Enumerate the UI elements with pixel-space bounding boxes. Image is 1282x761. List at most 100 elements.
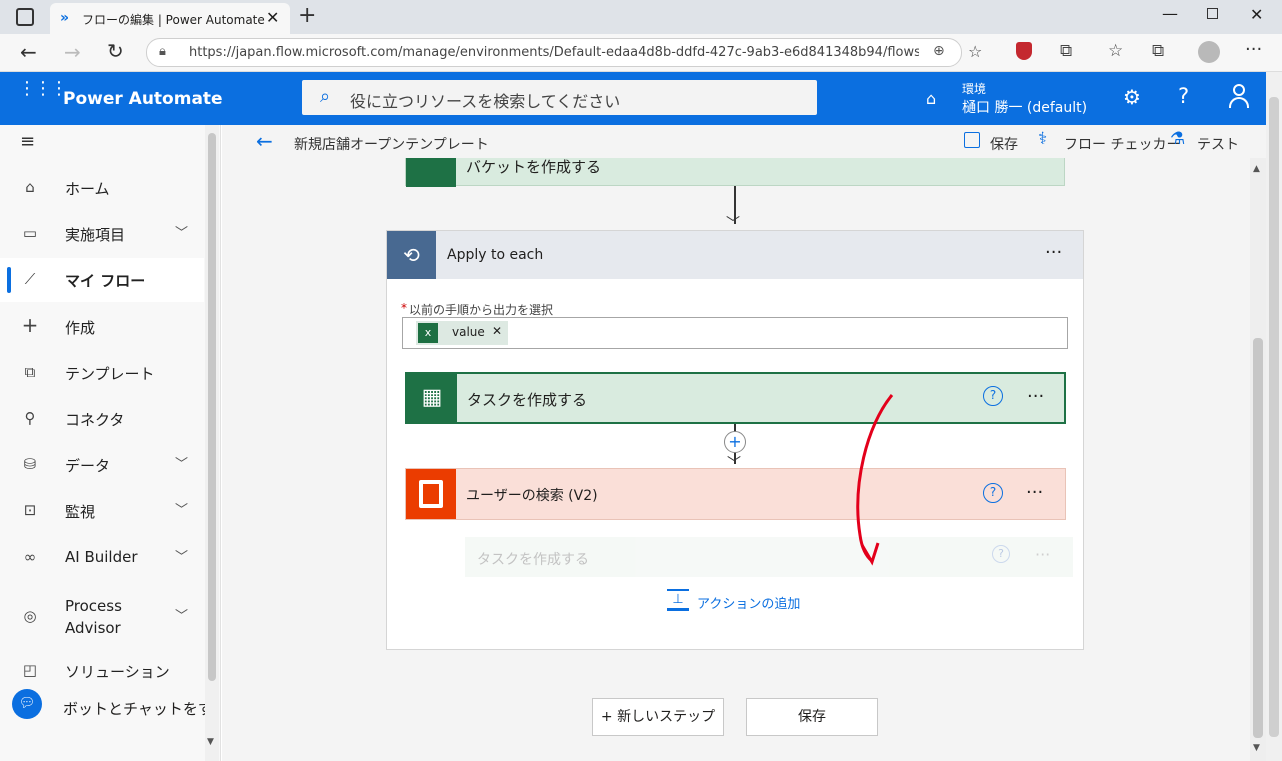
toolbar-save-label[interactable]: 保存: [990, 134, 1018, 154]
sidebar-item-process-advisor[interactable]: ◎ Process Advisor ﹀: [0, 591, 204, 647]
app-name[interactable]: Power Automate: [63, 89, 223, 109]
dragging-task-card[interactable]: タスクを作成する ? ···: [465, 537, 1073, 577]
browser-address-bar: ← → ↻ 🔒︎ https://japan.flow.microsoft.co…: [0, 34, 1282, 72]
chevron-down-icon[interactable]: ﹀: [175, 222, 188, 241]
more-options-icon: ···: [1035, 545, 1051, 564]
more-options-icon[interactable]: ···: [1045, 242, 1062, 263]
help-icon: ?: [992, 545, 1010, 563]
annotation-arrow: [856, 394, 894, 566]
create-bucket-label: バケットを作成する: [466, 158, 602, 176]
flask-icon[interactable]: ⚗: [1170, 129, 1185, 149]
chat-bot-button[interactable]: 💬︎: [12, 689, 42, 719]
ai-builder-icon: ∞: [23, 548, 37, 566]
stethoscope-icon[interactable]: ⚕: [1038, 129, 1047, 149]
sidebar-item-solutions[interactable]: ◰ ソリューション: [0, 649, 204, 693]
hamburger-menu-icon[interactable]: ≡: [20, 131, 35, 152]
extension-shield-icon[interactable]: [1016, 42, 1032, 60]
connector-icon: ⚲: [24, 409, 36, 427]
forward-icon[interactable]: →: [64, 40, 81, 64]
tab-close-icon[interactable]: ✕: [266, 8, 279, 27]
help-icon[interactable]: ?: [983, 386, 1003, 406]
monitor-icon: ⊡: [23, 501, 37, 519]
token-label: value: [452, 325, 485, 339]
plus-icon: +: [21, 313, 39, 337]
planner-icon: ▦: [407, 374, 457, 422]
token-remove-icon[interactable]: ✕: [492, 324, 502, 338]
tab-title: フローの編集 | Power Automate: [82, 13, 265, 27]
back-arrow-icon[interactable]: ←: [256, 129, 273, 153]
url-field[interactable]: 🔒︎ https://japan.flow.microsoft.com/mana…: [146, 38, 962, 67]
sidebar-item-monitor[interactable]: ⊡ 監視 ﹀: [0, 489, 204, 533]
chevron-down-icon[interactable]: ﹀: [175, 453, 188, 472]
save-icon[interactable]: [964, 132, 980, 148]
sidebar-item-home[interactable]: ⌂ ホーム: [0, 166, 204, 210]
zoom-icon[interactable]: ⊕: [933, 43, 945, 59]
value-token[interactable]: x value ✕: [416, 321, 508, 345]
favorites-icon[interactable]: ☆: [1108, 41, 1123, 61]
favorite-add-icon[interactable]: ☆: [968, 42, 982, 61]
select-output-field[interactable]: x value ✕: [402, 317, 1068, 349]
canvas-scrollbar[interactable]: ▲ ▼: [1250, 158, 1266, 761]
more-options-icon[interactable]: ···: [1027, 386, 1044, 407]
chevron-down-icon[interactable]: ﹀: [175, 605, 188, 624]
app-header: ⋮⋮⋮ Power Automate ⌕ 役に立つリソースを検索してください ⌂…: [0, 72, 1266, 125]
extensions-icon[interactable]: ⧉: [1060, 41, 1072, 61]
power-automate-icon: »: [60, 10, 70, 26]
restore-icon[interactable]: [1207, 8, 1218, 19]
sidebar-item-label: 監視: [65, 503, 96, 521]
search-icon: ⌕: [320, 86, 331, 107]
browser-tab[interactable]: » フローの編集 | Power Automate ✕: [50, 3, 290, 34]
search-user-card[interactable]: ユーザーの検索 (V2) ? ···: [405, 468, 1066, 520]
settings-icon[interactable]: ⚙: [1123, 85, 1141, 109]
search-input[interactable]: ⌕ 役に立つリソースを検索してください: [302, 80, 817, 115]
sidebar-item-data[interactable]: ⛁ データ ﹀: [0, 443, 204, 487]
chat-bot-label[interactable]: ボットとチャットをする: [63, 698, 218, 719]
refresh-icon[interactable]: ↻: [107, 39, 124, 63]
minimize-icon[interactable]: —: [1162, 4, 1178, 23]
new-step-label: + 新しいステップ: [600, 709, 716, 725]
solution-icon: ◰: [22, 661, 38, 679]
tab-actions-icon[interactable]: [16, 8, 34, 26]
sidebar-item-ai-builder[interactable]: ∞ AI Builder ﹀: [0, 536, 204, 580]
save-flow-button[interactable]: 保存: [746, 698, 878, 736]
account-icon[interactable]: [1228, 84, 1250, 109]
flow-name: 新規店舗オープンテンプレート: [294, 137, 489, 153]
sidebar-item-action-items[interactable]: ▭ 実施項目 ﹀: [0, 212, 204, 256]
flow-checker-label[interactable]: フロー チェッカー: [1064, 134, 1180, 154]
profile-avatar[interactable]: [1198, 41, 1220, 63]
home-icon: ⌂: [25, 178, 35, 196]
chevron-down-icon[interactable]: ﹀: [175, 499, 188, 518]
create-task-card[interactable]: ▦ タスクを作成する ? ···: [405, 372, 1066, 424]
environment-name[interactable]: 樋口 勝一 (default): [962, 97, 1087, 117]
select-output-label: 以前の手順から出力を選択: [409, 303, 554, 317]
more-options-icon[interactable]: ···: [1026, 482, 1043, 503]
sidebar-scrollbar[interactable]: ▼: [205, 125, 219, 761]
sidebar-item-connectors[interactable]: ⚲ コネクタ: [0, 397, 204, 441]
loop-icon: ⟲: [387, 231, 436, 279]
sidebar-item-label: マイ フロー: [65, 272, 146, 290]
window-close-icon[interactable]: ✕: [1250, 5, 1263, 24]
sidebar-item-create[interactable]: + 作成: [0, 305, 204, 349]
apply-to-each-container: ⟲ Apply to each ··· * 以前の手順から出力を選択 x val…: [386, 230, 1084, 650]
sidebar-item-my-flows[interactable]: ⟋ マイ フロー: [0, 258, 204, 302]
add-action-link[interactable]: アクションの追加: [697, 593, 800, 612]
help-icon[interactable]: ?: [983, 483, 1003, 503]
back-icon[interactable]: ←: [20, 40, 37, 64]
insert-step-icon[interactable]: +: [724, 431, 746, 453]
sidebar-item-templates[interactable]: ⧉ テンプレート: [0, 351, 204, 395]
window-scrollbar[interactable]: [1266, 72, 1282, 761]
save-flow-label: 保存: [798, 709, 826, 725]
chevron-down-icon[interactable]: ﹀: [175, 546, 188, 565]
add-action-icon[interactable]: ⊥: [667, 589, 689, 611]
collections-icon[interactable]: ⧉: [1152, 41, 1164, 61]
browser-menu-icon[interactable]: ···: [1245, 39, 1262, 60]
search-placeholder: 役に立つリソースを検索してください: [350, 92, 621, 111]
test-label[interactable]: テスト: [1197, 134, 1239, 154]
apply-to-each-header[interactable]: ⟲ Apply to each ···: [387, 231, 1083, 279]
browser-tab-bar: » フローの編集 | Power Automate ✕ + — ✕: [0, 0, 1282, 34]
app-launcher-icon[interactable]: ⋮⋮⋮: [18, 80, 68, 98]
new-tab-icon[interactable]: +: [298, 3, 316, 28]
environment-icon: ⌂: [926, 89, 937, 108]
new-step-button[interactable]: + 新しいステップ: [592, 698, 724, 736]
help-icon[interactable]: ?: [1178, 84, 1189, 108]
